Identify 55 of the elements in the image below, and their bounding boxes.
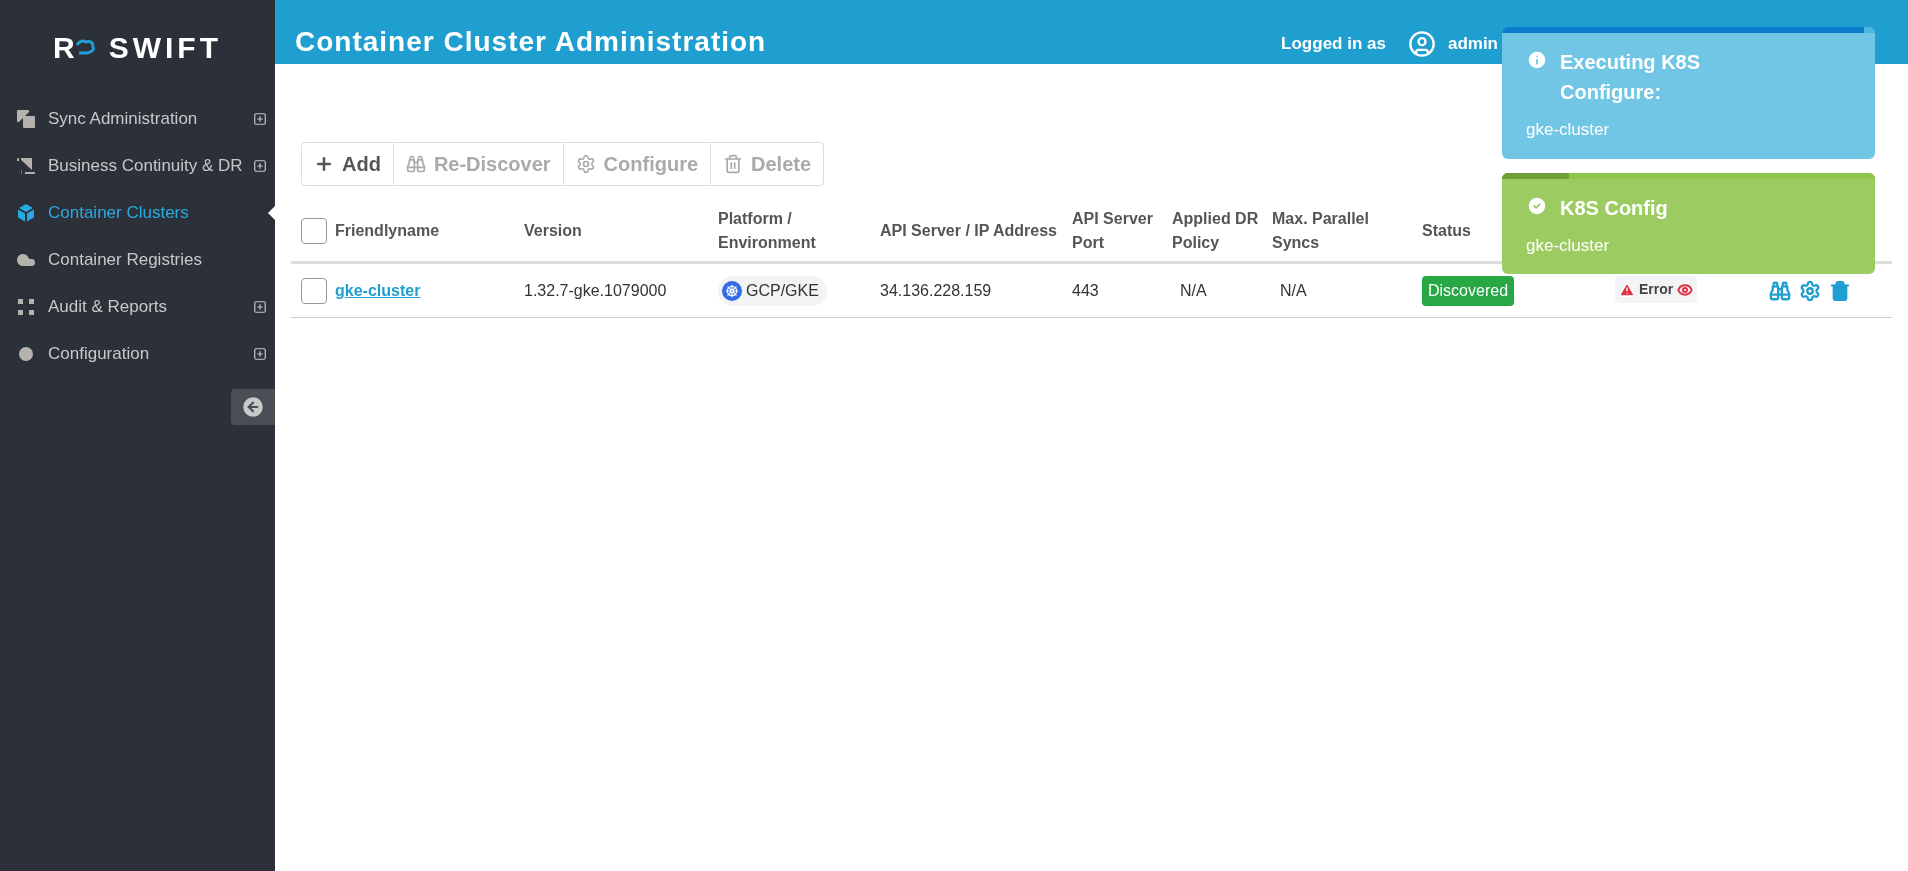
version-cell: 1.32.7-gke.1079000	[524, 281, 667, 299]
select-all-checkbox[interactable]	[301, 217, 327, 244]
parallel-syncs-cell: N/A	[1280, 281, 1307, 299]
sidebar-item[interactable]: Container Clusters	[0, 189, 275, 236]
column-header: Version	[524, 221, 582, 239]
column-header: Applied DR Policy	[1172, 209, 1259, 251]
selection-pointer-icon	[268, 205, 275, 220]
user-icon[interactable]	[1407, 30, 1436, 58]
dr-policy-cell: N/A	[1180, 281, 1207, 299]
sidebar-label: Audit & Reports	[48, 295, 169, 318]
sidebar-label: Business Continuity & DR	[48, 154, 244, 177]
toast-title: Executing K8S Configure:	[1560, 50, 1702, 105]
expand-icon[interactable]	[253, 111, 267, 126]
toast-title: K8S Config	[1560, 195, 1669, 221]
sidebar-item[interactable]: Audit & Reports	[0, 283, 275, 330]
sidebar-label: Container Clusters	[48, 201, 190, 224]
column-header: Max. Parallel Syncs	[1272, 209, 1369, 251]
toast-message: gke-cluster	[1526, 119, 1611, 141]
sidebar-item[interactable]: Sync Administration	[0, 95, 275, 142]
binoculars-icon[interactable]	[1769, 279, 1791, 302]
sidebar-label: Container Registries	[48, 248, 203, 271]
collapse-sidebar-button[interactable]	[231, 389, 275, 425]
sidebar-item[interactable]: Configuration	[0, 330, 275, 377]
logo-letter: R	[53, 32, 75, 63]
column-header: Status	[1422, 221, 1471, 239]
platform-badge: GCP/GKE	[718, 275, 827, 306]
trash-icon	[723, 154, 744, 174]
check-icon	[1526, 194, 1548, 217]
logo-wordmark: SWIFT	[108, 32, 222, 63]
sidebar-item[interactable]: Business Continuity & DR	[0, 142, 275, 189]
column-header: Friendlyname	[335, 220, 440, 241]
expand-icon[interactable]	[253, 158, 267, 173]
info-icon	[1526, 49, 1548, 71]
column-header: API Server Port	[1072, 209, 1153, 251]
error-badge[interactable]: Error	[1615, 276, 1698, 304]
expand-icon[interactable]	[253, 346, 267, 361]
cloud-swoosh-icon	[74, 38, 97, 57]
toolbar-button[interactable]: Add	[302, 143, 394, 185]
plus-icon	[314, 154, 334, 174]
status-badge: Discovered	[1422, 275, 1515, 306]
port-cell: 443	[1072, 281, 1099, 299]
page-title: Container Cluster Administration	[295, 28, 767, 56]
expand-icon[interactable]	[253, 299, 267, 314]
logged-in-label: Logged in as	[1281, 33, 1386, 56]
binoculars-icon	[405, 154, 426, 174]
column-header: API Server / IP Address	[880, 221, 1057, 239]
sidebar-label: Sync Administration	[48, 107, 199, 130]
column-header: Platform / Environment	[718, 209, 816, 251]
sidebar-label: Configuration	[48, 342, 151, 365]
trash-icon[interactable]	[1829, 279, 1851, 302]
arrow-left-icon	[240, 394, 266, 420]
toast-message: gke-cluster	[1526, 234, 1611, 257]
address-cell: 34.136.228.159	[880, 281, 992, 299]
sidebar-item[interactable]: Container Registries	[0, 236, 275, 283]
row-checkbox[interactable]	[301, 277, 327, 304]
